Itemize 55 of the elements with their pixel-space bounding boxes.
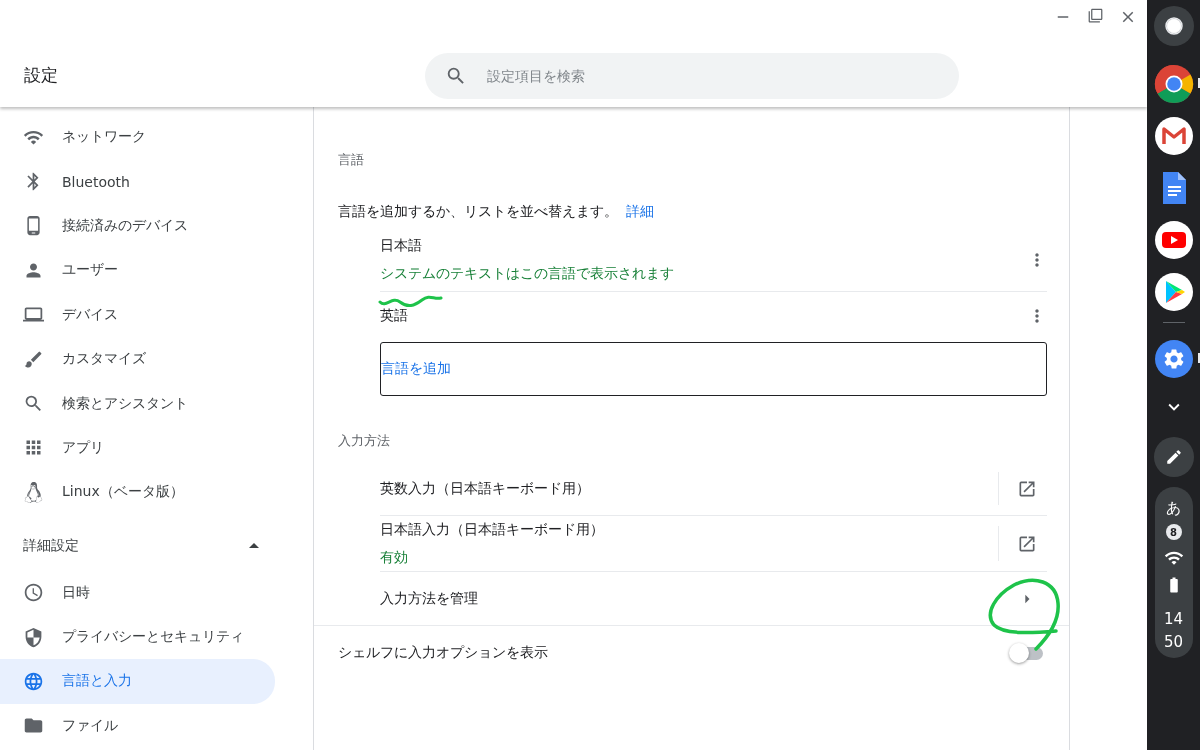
add-language-button[interactable]: 言語を追加 (380, 342, 1047, 396)
language-note: システムのテキストはこの言語で表示されます (380, 265, 674, 283)
section-label: 詳細設定 (23, 536, 79, 555)
shelf-app-button[interactable] (1153, 116, 1194, 156)
ime-indicator: あ (1166, 501, 1181, 516)
manage-input-methods-link[interactable]: 入力方法を管理 (380, 589, 478, 608)
sidebar-item[interactable]: 検索とアシスタント (0, 381, 275, 426)
play-store-icon (1153, 272, 1194, 312)
input-method-name: 英数入力（日本語キーボード用） (380, 479, 590, 498)
toggle-switch[interactable] (1009, 642, 1043, 663)
mail-icon (1153, 116, 1194, 156)
video-play-icon (1153, 220, 1194, 260)
sidebar-item[interactable]: Linux（ベータ版） (0, 470, 275, 515)
language-name: 日本語 (380, 237, 423, 255)
clock-minute: 50 (1163, 635, 1184, 650)
search-field[interactable]: 設定項目を検索 (485, 66, 939, 85)
description-text: 言語を追加するか、リストを並べ替えます。 (338, 203, 618, 221)
section-heading: 入力方法 (337, 432, 391, 450)
search-bar[interactable]: 設定項目を検索 (425, 52, 959, 99)
status-tray[interactable]: あ 8 14 50 (1154, 487, 1193, 658)
window-title: 設定 (24, 64, 59, 87)
launcher-button[interactable] (1153, 6, 1194, 46)
shelf-app-button[interactable] (1153, 272, 1194, 312)
option-label: シェルフに入力オプションを表示 (338, 643, 548, 662)
sidebar-item[interactable]: 接続済みのデバイス (0, 203, 275, 249)
sidebar-item[interactable]: ネットワーク (0, 115, 275, 160)
pen-icon (1164, 448, 1183, 466)
sidebar-item[interactable]: 言語と入力 (0, 659, 275, 704)
globe-icon (23, 671, 44, 692)
status-text: 有効 (380, 548, 409, 567)
chrome-icon (1153, 64, 1194, 104)
penguin-icon (23, 481, 44, 503)
shield-icon (23, 626, 44, 648)
clock-hour: 14 (1163, 612, 1184, 627)
details-link[interactable]: 詳細 (626, 203, 654, 221)
sidebar-item[interactable]: デバイス (0, 292, 275, 337)
sidebar-item[interactable]: ユーザー (0, 248, 275, 293)
sidebar-item[interactable]: アプリ (0, 425, 275, 471)
shelf-app-button[interactable] (1153, 220, 1194, 260)
clock-icon (23, 582, 44, 604)
input-method-name: 日本語入力（日本語キーボード用） (380, 520, 604, 539)
launcher-circle-icon (1164, 17, 1183, 35)
sidebar-item[interactable]: 日時 (0, 570, 275, 615)
notification-count: 8 (1165, 524, 1182, 540)
language-name: 英語 (380, 307, 408, 325)
sidebar-item[interactable]: プライバシーとセキュリティ (0, 614, 275, 660)
sidebar-item[interactable]: カスタマイズ (0, 336, 275, 382)
sidebar-item[interactable]: ファイル (0, 703, 275, 749)
section-heading: 言語 (337, 151, 365, 169)
advanced-section-header[interactable]: 詳細設定 (0, 514, 275, 571)
sidebar-item[interactable]: Bluetooth (0, 159, 275, 204)
caret-up-icon (249, 543, 259, 548)
stylus-button[interactable] (1153, 437, 1194, 477)
settings-icon (1153, 339, 1194, 379)
restore-icon[interactable] (1088, 8, 1103, 23)
